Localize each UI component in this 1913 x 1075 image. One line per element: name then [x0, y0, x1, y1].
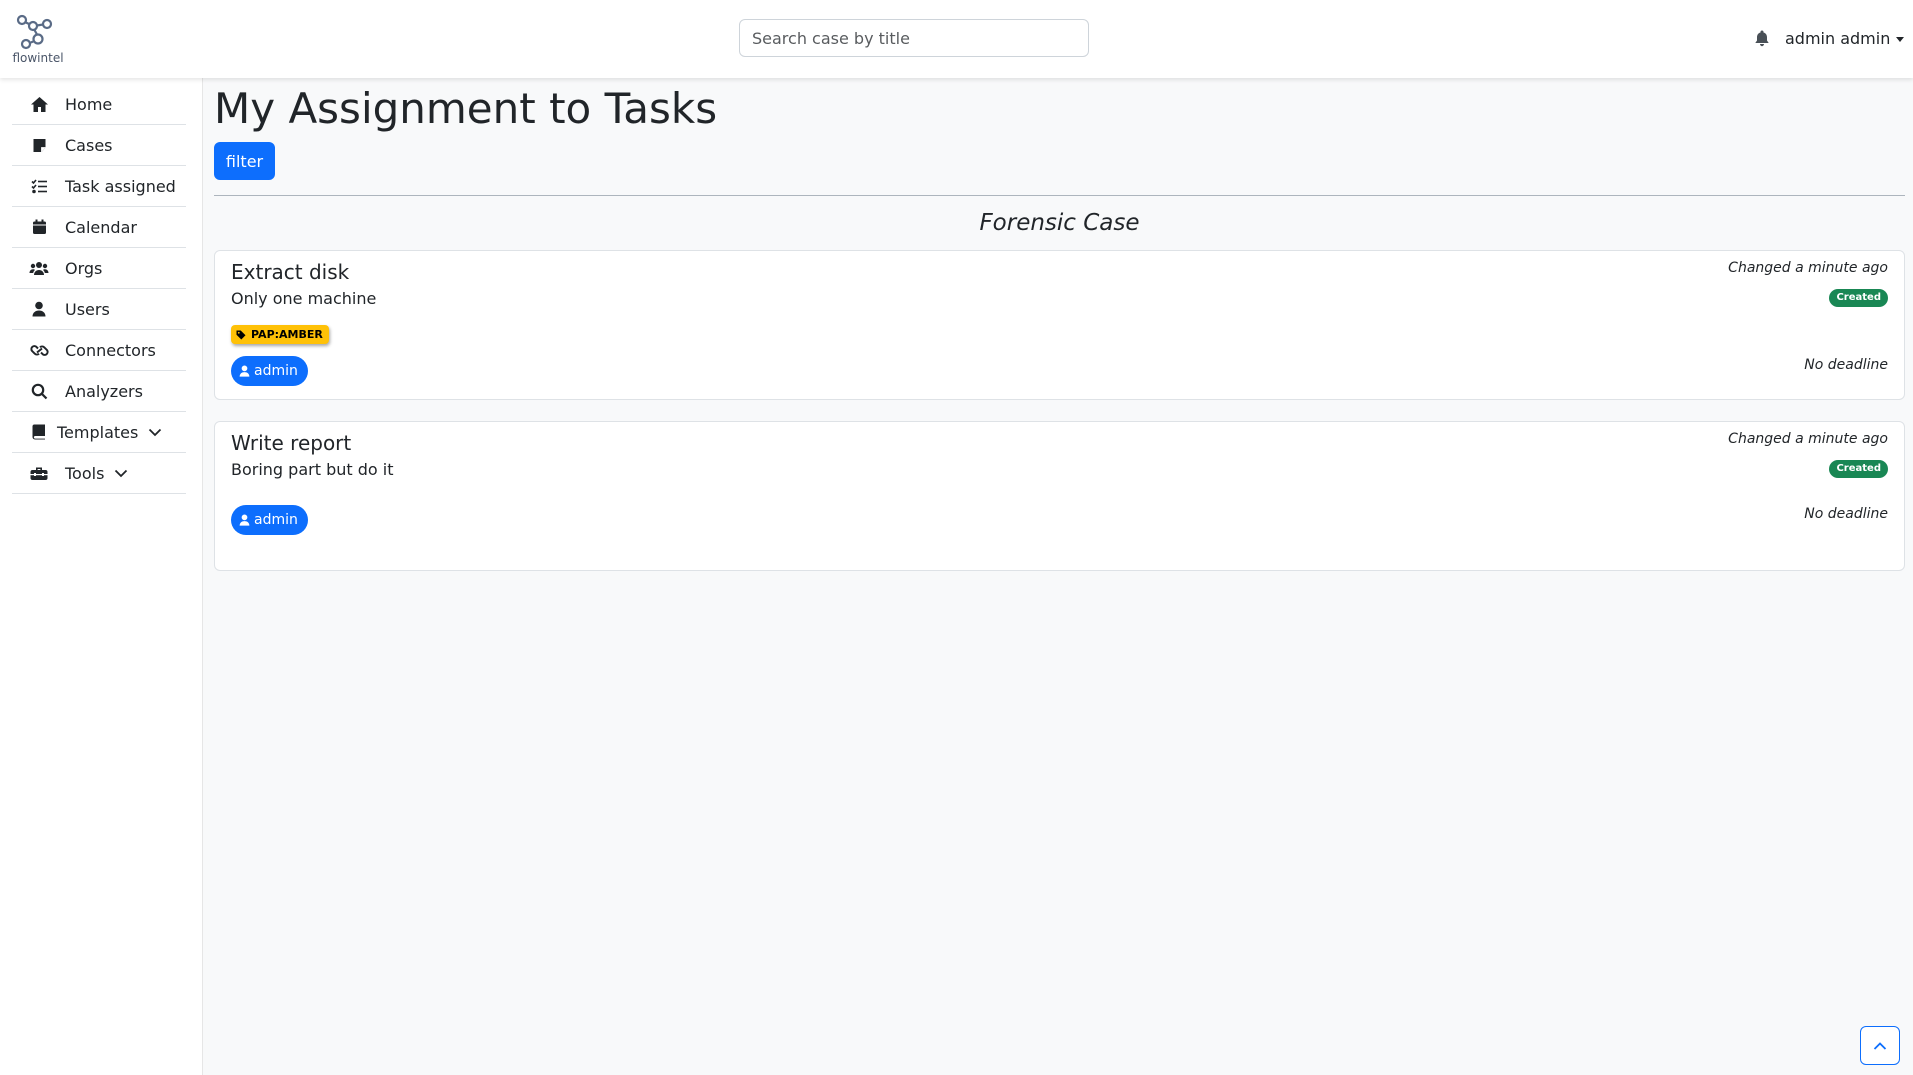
deadline: No deadline: [1804, 506, 1888, 522]
task-card[interactable]: Extract disk Only one machine Changed a …: [214, 250, 1905, 400]
user-menu-dropdown[interactable]: admin admin: [1785, 26, 1905, 50]
caret-down-icon: [1896, 36, 1905, 42]
logo-text: flowintel: [12, 51, 64, 65]
filter-button[interactable]: filter: [214, 142, 275, 180]
sidebar-item-calendar[interactable]: Calendar: [12, 207, 186, 248]
sidebar: Home Cases Task assigned Calendar Orgs U…: [0, 78, 203, 1075]
sidebar-item-label: Analyzers: [65, 381, 143, 401]
search-icon: [29, 382, 49, 400]
last-modified: Changed a minute ago: [1728, 431, 1888, 447]
bell-icon[interactable]: [1754, 30, 1770, 47]
flowintel-logo-icon: [16, 14, 53, 50]
sidebar-nav: Home Cases Task assigned Calendar Orgs U…: [12, 84, 186, 494]
last-modified: Changed a minute ago: [1728, 260, 1888, 276]
sidebar-item-label: Calendar: [65, 217, 137, 237]
tag-icon: [236, 330, 246, 339]
chevron-up-icon: [1873, 1041, 1887, 1050]
sidebar-item-label: Templates: [57, 422, 139, 442]
task-description: Boring part but do it: [231, 460, 394, 479]
sidebar-item-task-assigned[interactable]: Task assigned: [12, 166, 186, 207]
page-title: My Assignment to Tasks: [214, 84, 718, 133]
link-icon: [29, 341, 49, 359]
calendar-icon: [29, 218, 49, 236]
chevron-down-icon: [149, 428, 162, 437]
sidebar-item-label: Task assigned: [65, 176, 176, 196]
task-card[interactable]: Write report Boring part but do it Chang…: [214, 421, 1905, 571]
toolbox-icon: [29, 464, 49, 482]
flowintel-logo[interactable]: flowintel: [10, 14, 66, 66]
sidebar-item-tools[interactable]: Tools: [12, 453, 186, 494]
sidebar-item-templates[interactable]: Templates: [12, 412, 186, 453]
task-title[interactable]: Write report: [231, 431, 351, 455]
home-icon: [29, 95, 49, 113]
case-title[interactable]: Forensic Case: [214, 210, 1905, 236]
chevron-down-icon: [115, 469, 128, 478]
user-icon: [239, 514, 250, 526]
assignee-badge[interactable]: admin: [231, 356, 308, 386]
sidebar-item-analyzers[interactable]: Analyzers: [12, 371, 186, 412]
sidebar-item-label: Cases: [65, 135, 113, 155]
top-navbar: flowintel admin admin: [0, 0, 1913, 78]
book-icon: [29, 423, 49, 441]
sidebar-item-label: Connectors: [65, 340, 156, 360]
task-description: Only one machine: [231, 289, 377, 308]
sidebar-item-cases[interactable]: Cases: [12, 125, 186, 166]
search-input[interactable]: [739, 19, 1089, 57]
sidebar-item-orgs[interactable]: Orgs: [12, 248, 186, 289]
assignee-name: admin: [254, 363, 298, 379]
scroll-to-top-button[interactable]: [1860, 1026, 1900, 1065]
sidebar-item-connectors[interactable]: Connectors: [12, 330, 186, 371]
tag-label: PAP:AMBER: [251, 328, 323, 341]
assignee-name: admin: [254, 512, 298, 528]
divider: [214, 195, 1905, 196]
tag-badge: PAP:AMBER: [231, 325, 329, 344]
note-icon: [29, 136, 49, 154]
sidebar-item-label: Home: [65, 94, 113, 114]
status-badge: Created: [1829, 460, 1888, 478]
sidebar-item-users[interactable]: Users: [12, 289, 186, 330]
user-icon: [239, 365, 250, 377]
status-badge: Created: [1829, 289, 1888, 307]
task-title[interactable]: Extract disk: [231, 260, 349, 284]
user-name: admin admin: [1785, 28, 1891, 48]
sidebar-item-home[interactable]: Home: [12, 84, 186, 125]
sidebar-item-label: Tools: [65, 463, 105, 483]
user-icon: [29, 300, 49, 318]
deadline: No deadline: [1804, 357, 1888, 373]
users-group-icon: [29, 259, 49, 277]
list-check-icon: [29, 177, 49, 195]
sidebar-item-label: Users: [65, 299, 110, 319]
assignee-badge[interactable]: admin: [231, 505, 308, 535]
sidebar-item-label: Orgs: [65, 258, 103, 278]
